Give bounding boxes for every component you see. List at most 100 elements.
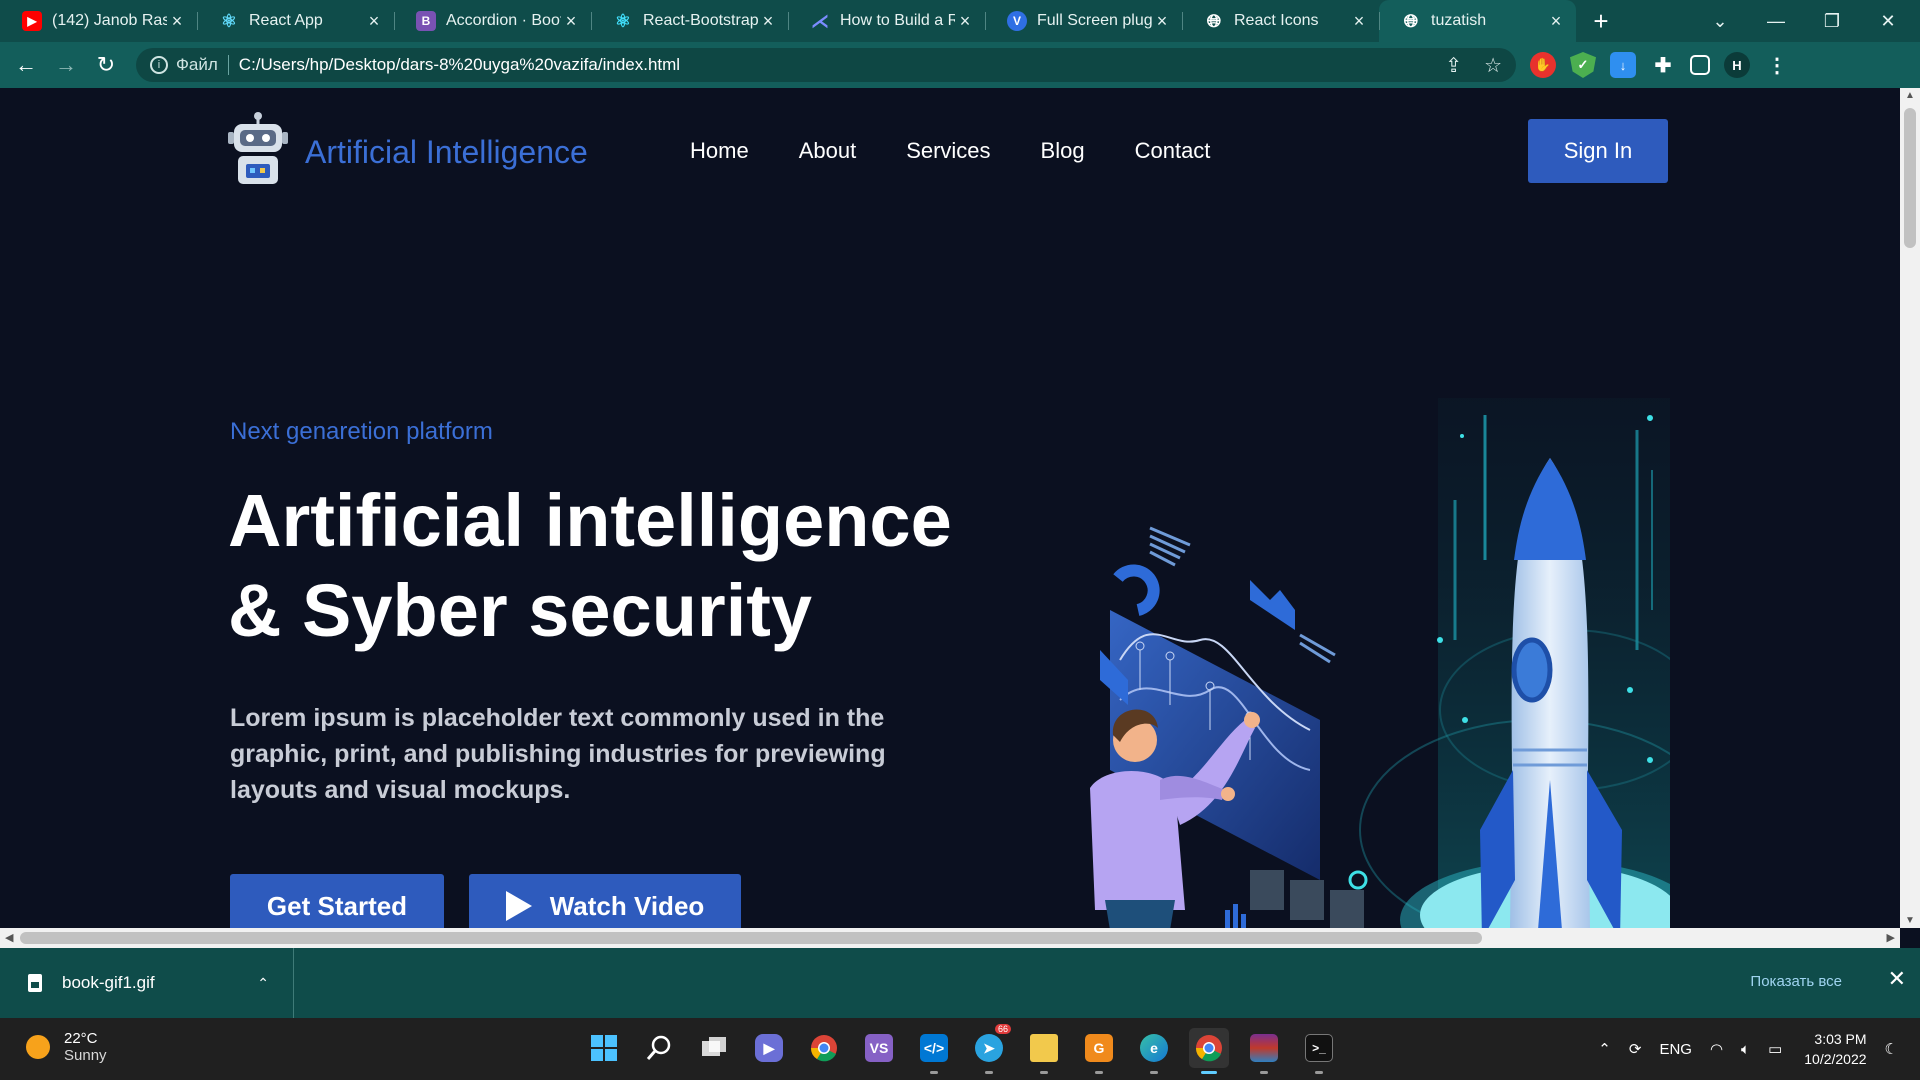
- chevron-up-icon[interactable]: ⌃: [1598, 1040, 1611, 1058]
- tab-close-icon[interactable]: ×: [758, 11, 778, 32]
- tab-close-icon[interactable]: ×: [167, 11, 187, 32]
- nav-blog[interactable]: Blog: [1041, 138, 1085, 164]
- notifications-moon-icon[interactable]: ☾: [1885, 1040, 1898, 1058]
- tab-close-icon[interactable]: ×: [561, 11, 581, 32]
- download-item[interactable]: book-gif1.gif ⌃: [0, 948, 294, 1018]
- back-arrow-icon[interactable]: ←: [6, 45, 46, 85]
- nav-contact[interactable]: Contact: [1135, 138, 1211, 164]
- forward-arrow-icon[interactable]: →: [46, 45, 86, 85]
- tab-react-bootstrap[interactable]: ⚛ React-Bootstrap ×: [591, 0, 788, 42]
- tab-close-icon[interactable]: ×: [1349, 11, 1369, 32]
- windows-taskbar: 22°C Sunny ▶ VS </> ➤ 66 G e >_ ⌃ ⟳ ENG …: [0, 1018, 1920, 1080]
- download-extension-icon[interactable]: ↓: [1610, 52, 1636, 78]
- winrar-icon[interactable]: [1244, 1028, 1284, 1074]
- tab-title: React Icons: [1234, 12, 1319, 29]
- site-info-icon[interactable]: i: [150, 56, 168, 74]
- language-indicator[interactable]: ENG: [1659, 1041, 1692, 1058]
- share-icon[interactable]: ⇪: [1445, 53, 1462, 78]
- clock[interactable]: 3:03 PM 10/2/2022: [1804, 1029, 1866, 1069]
- tab-bootstrap-accordion[interactable]: B Accordion · Bootstrap ×: [394, 0, 591, 42]
- scheme-label: Файл: [176, 55, 229, 75]
- nav-about[interactable]: About: [799, 138, 857, 164]
- visual-studio-icon[interactable]: VS: [859, 1028, 899, 1068]
- browser-menu-icon[interactable]: ⋮: [1764, 52, 1790, 78]
- clock-date: 10/2/2022: [1804, 1051, 1867, 1067]
- watch-video-button[interactable]: Watch Video: [469, 874, 741, 928]
- close-download-bar-icon[interactable]: ✕: [1888, 966, 1906, 992]
- vscode-icon[interactable]: </>: [914, 1028, 954, 1074]
- url-text[interactable]: C:/Users/hp/Desktop/dars-8%20uyga%20vazi…: [239, 55, 680, 75]
- address-bar[interactable]: i Файл C:/Users/hp/Desktop/dars-8%20uyga…: [136, 48, 1516, 82]
- restore-button[interactable]: ❐: [1804, 0, 1860, 42]
- tab-react-icons[interactable]: 🌐︎ React Icons ×: [1182, 0, 1379, 42]
- globe-icon: 🌐︎: [1206, 10, 1222, 31]
- file-explorer-icon[interactable]: [1024, 1028, 1064, 1074]
- tab-close-icon[interactable]: ×: [955, 11, 975, 32]
- tab-title: Full Screen plugin: [1037, 12, 1152, 29]
- running-indicator: [1315, 1071, 1323, 1074]
- running-indicator: [1260, 1071, 1268, 1074]
- edge-icon[interactable]: e: [1134, 1028, 1174, 1074]
- nav-home[interactable]: Home: [690, 138, 749, 164]
- tab-close-icon[interactable]: ×: [364, 11, 384, 32]
- system-tray: ⌃ ⟳ ENG ◠ 🔈︎ ▭ 3:03 PM 10/2/2022 ☾: [1580, 1018, 1898, 1080]
- wifi-icon[interactable]: ◠: [1710, 1040, 1723, 1058]
- new-tab-button[interactable]: +: [1580, 0, 1622, 42]
- terminal-icon[interactable]: >_: [1299, 1028, 1339, 1074]
- tab-tuzatish[interactable]: 🌐︎ tuzatish ×: [1379, 0, 1576, 42]
- weather-temperature: 22°C: [64, 1030, 98, 1047]
- weather-condition: Sunny: [64, 1047, 107, 1064]
- adblock-extension-icon[interactable]: ✋: [1530, 52, 1556, 78]
- scroll-up-icon[interactable]: ▲: [1900, 90, 1920, 101]
- profile-avatar[interactable]: H: [1724, 52, 1750, 78]
- play-icon: [505, 891, 532, 921]
- sign-in-button[interactable]: Sign In: [1528, 119, 1668, 183]
- battery-icon[interactable]: ▭: [1768, 1040, 1782, 1058]
- tab-close-icon[interactable]: ×: [1152, 11, 1172, 32]
- weather-widget[interactable]: 22°C Sunny: [26, 1030, 107, 1064]
- vertical-scrollbar[interactable]: ▲ ▼: [1900, 88, 1920, 928]
- extensions-puzzle-icon[interactable]: ✚: [1650, 52, 1676, 78]
- horizontal-scrollbar[interactable]: ◀ ▶: [0, 928, 1900, 948]
- sync-icon[interactable]: ⟳: [1629, 1040, 1642, 1058]
- tab-title: React App: [249, 12, 323, 29]
- hero-kicker: Next genaretion platform: [230, 418, 493, 445]
- nav-services[interactable]: Services: [906, 138, 990, 164]
- start-icon[interactable]: [584, 1028, 624, 1068]
- scroll-left-icon[interactable]: ◀: [5, 931, 13, 944]
- horizontal-scroll-thumb[interactable]: [20, 932, 1482, 944]
- show-all-downloads-link[interactable]: Показать все: [1750, 973, 1842, 990]
- brand-name[interactable]: Artificial Intelligence: [305, 134, 588, 171]
- hero-illustration: [1090, 398, 1670, 928]
- app-orange-icon[interactable]: G: [1079, 1028, 1119, 1074]
- tab-how-to-build[interactable]: ⋌ How to Build a React ×: [788, 0, 985, 42]
- tab-youtube[interactable]: ▶ (142) Janob Rasul ×: [0, 0, 197, 42]
- reload-icon[interactable]: ↻: [86, 45, 126, 85]
- volume-icon[interactable]: 🔈︎: [1741, 1041, 1750, 1058]
- scroll-right-icon[interactable]: ▶: [1887, 931, 1895, 944]
- shield-extension-icon[interactable]: ✓: [1570, 52, 1596, 78]
- scroll-down-icon[interactable]: ▼: [1900, 915, 1920, 926]
- telegram-icon[interactable]: ➤ 66: [969, 1024, 1011, 1074]
- tab-title: tuzatish: [1431, 12, 1487, 29]
- get-started-button[interactable]: Get Started: [230, 874, 444, 928]
- side-panel-icon[interactable]: [1690, 55, 1710, 75]
- vertical-scroll-thumb[interactable]: [1904, 108, 1916, 248]
- search-icon[interactable]: [639, 1028, 679, 1068]
- chevron-up-icon[interactable]: ⌃: [257, 975, 269, 992]
- close-window-button[interactable]: ✕: [1860, 0, 1916, 42]
- download-bar: book-gif1.gif ⌃: [0, 948, 1920, 1018]
- tab-search-chevron-icon[interactable]: ⌄: [1692, 0, 1748, 42]
- chrome-icon[interactable]: [804, 1028, 844, 1068]
- task-view-icon[interactable]: [694, 1028, 734, 1068]
- graph-icon: ⋌: [811, 10, 829, 31]
- running-indicator: [1095, 1071, 1103, 1074]
- tab-react-app[interactable]: ⚛ React App ×: [197, 0, 394, 42]
- tab-full-screen-plugin[interactable]: V Full Screen plugin ×: [985, 0, 1182, 42]
- react-icon: ⚛: [220, 10, 238, 31]
- teams-chat-icon[interactable]: ▶: [749, 1028, 789, 1068]
- tab-close-icon[interactable]: ×: [1546, 11, 1566, 32]
- minimize-button[interactable]: —: [1748, 0, 1804, 42]
- chrome-profile-icon[interactable]: [1189, 1028, 1229, 1074]
- bookmark-star-icon[interactable]: ☆: [1484, 53, 1502, 78]
